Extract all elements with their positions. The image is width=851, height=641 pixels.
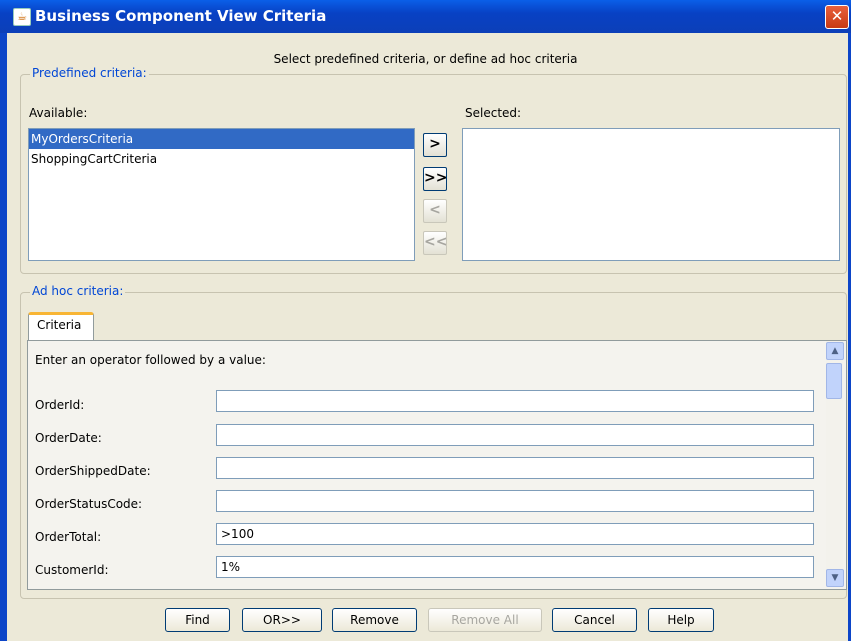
orderid-field[interactable]: [216, 390, 814, 412]
field-label-ordertotal: OrderTotal:: [35, 530, 102, 544]
list-item[interactable]: ShoppingCartCriteria: [29, 149, 414, 169]
cancel-button[interactable]: Cancel: [552, 608, 637, 632]
scroll-down-icon[interactable]: ▼: [826, 569, 844, 587]
field-label-orderstatuscode: OrderStatusCode:: [35, 497, 143, 511]
field-label-orderdate: OrderDate:: [35, 431, 102, 445]
ordertotal-field[interactable]: >100: [216, 523, 814, 545]
scroll-up-icon[interactable]: ▲: [826, 342, 844, 360]
remove-button[interactable]: <: [423, 199, 447, 223]
field-label-orderid: OrderId:: [35, 398, 85, 412]
scroll-thumb[interactable]: [826, 363, 842, 399]
criteria-scrollbar[interactable]: ▲ ▼: [826, 341, 844, 587]
add-button[interactable]: >: [423, 133, 447, 157]
ordershippeddate-field[interactable]: [216, 457, 814, 479]
remove-all-button[interactable]: <<: [423, 231, 447, 255]
add-all-button[interactable]: >>: [423, 167, 447, 191]
tab-label: Criteria: [37, 318, 82, 332]
window-border-left: [0, 33, 7, 641]
orderstatuscode-field[interactable]: [216, 490, 814, 512]
customerid-field[interactable]: 1%: [216, 556, 814, 578]
available-label: Available:: [29, 106, 88, 120]
field-label-customerid: CustomerId:: [35, 563, 109, 577]
title-bar[interactable]: ☕ Business Component View Criteria ✕: [0, 0, 851, 33]
or-button[interactable]: OR>>: [242, 608, 322, 632]
close-button[interactable]: ✕: [825, 5, 849, 29]
available-list[interactable]: MyOrdersCriteria ShoppingCartCriteria: [28, 128, 415, 261]
predefined-criteria-legend: Predefined criteria:: [30, 66, 149, 80]
selected-list[interactable]: [462, 128, 840, 261]
instructions-text: Enter an operator followed by a value:: [35, 353, 266, 367]
field-label-ordershippeddate: OrderShippedDate:: [35, 464, 151, 478]
selected-label: Selected:: [465, 106, 522, 120]
remove-all-criteria-button[interactable]: Remove All: [428, 608, 542, 632]
help-button[interactable]: Help: [648, 608, 714, 632]
criteria-panel: Enter an operator followed by a value: O…: [27, 340, 847, 590]
tab-criteria[interactable]: Criteria: [28, 312, 94, 340]
find-button[interactable]: Find: [165, 608, 230, 632]
window-title: Business Component View Criteria: [35, 7, 327, 25]
remove-criteria-button[interactable]: Remove: [332, 608, 417, 632]
adhoc-criteria-legend: Ad hoc criteria:: [30, 284, 126, 298]
java-app-icon: ☕: [13, 8, 31, 26]
dialog-subtitle: Select predefined criteria, or define ad…: [273, 52, 578, 66]
list-item[interactable]: MyOrdersCriteria: [29, 129, 414, 149]
orderdate-field[interactable]: [216, 424, 814, 446]
